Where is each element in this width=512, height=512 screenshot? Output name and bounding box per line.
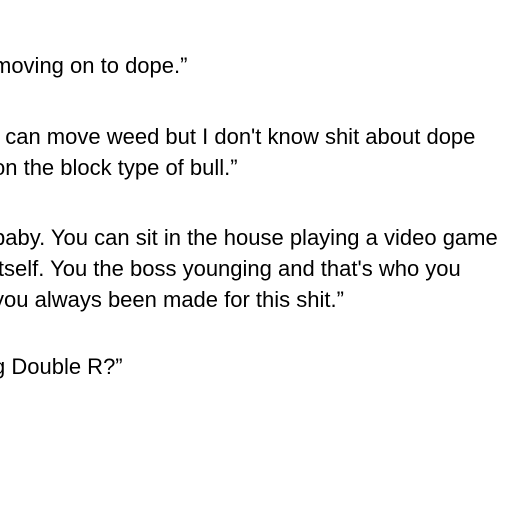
document-page: moving on to dope.” I can move weed but … (0, 0, 512, 512)
text-line: I can move weed but I don't know shit ab… (0, 124, 476, 149)
text-line: you always been made for this shit.” (0, 287, 344, 312)
text-line: moving on to dope.” (0, 53, 188, 78)
text-line: itself. You the boss younging and that's… (0, 256, 461, 281)
text-line: g Double R?” (0, 354, 123, 379)
text-line: baby. You can sit in the house playing a… (0, 225, 498, 250)
text-line: on the block type of bull.” (0, 155, 238, 180)
